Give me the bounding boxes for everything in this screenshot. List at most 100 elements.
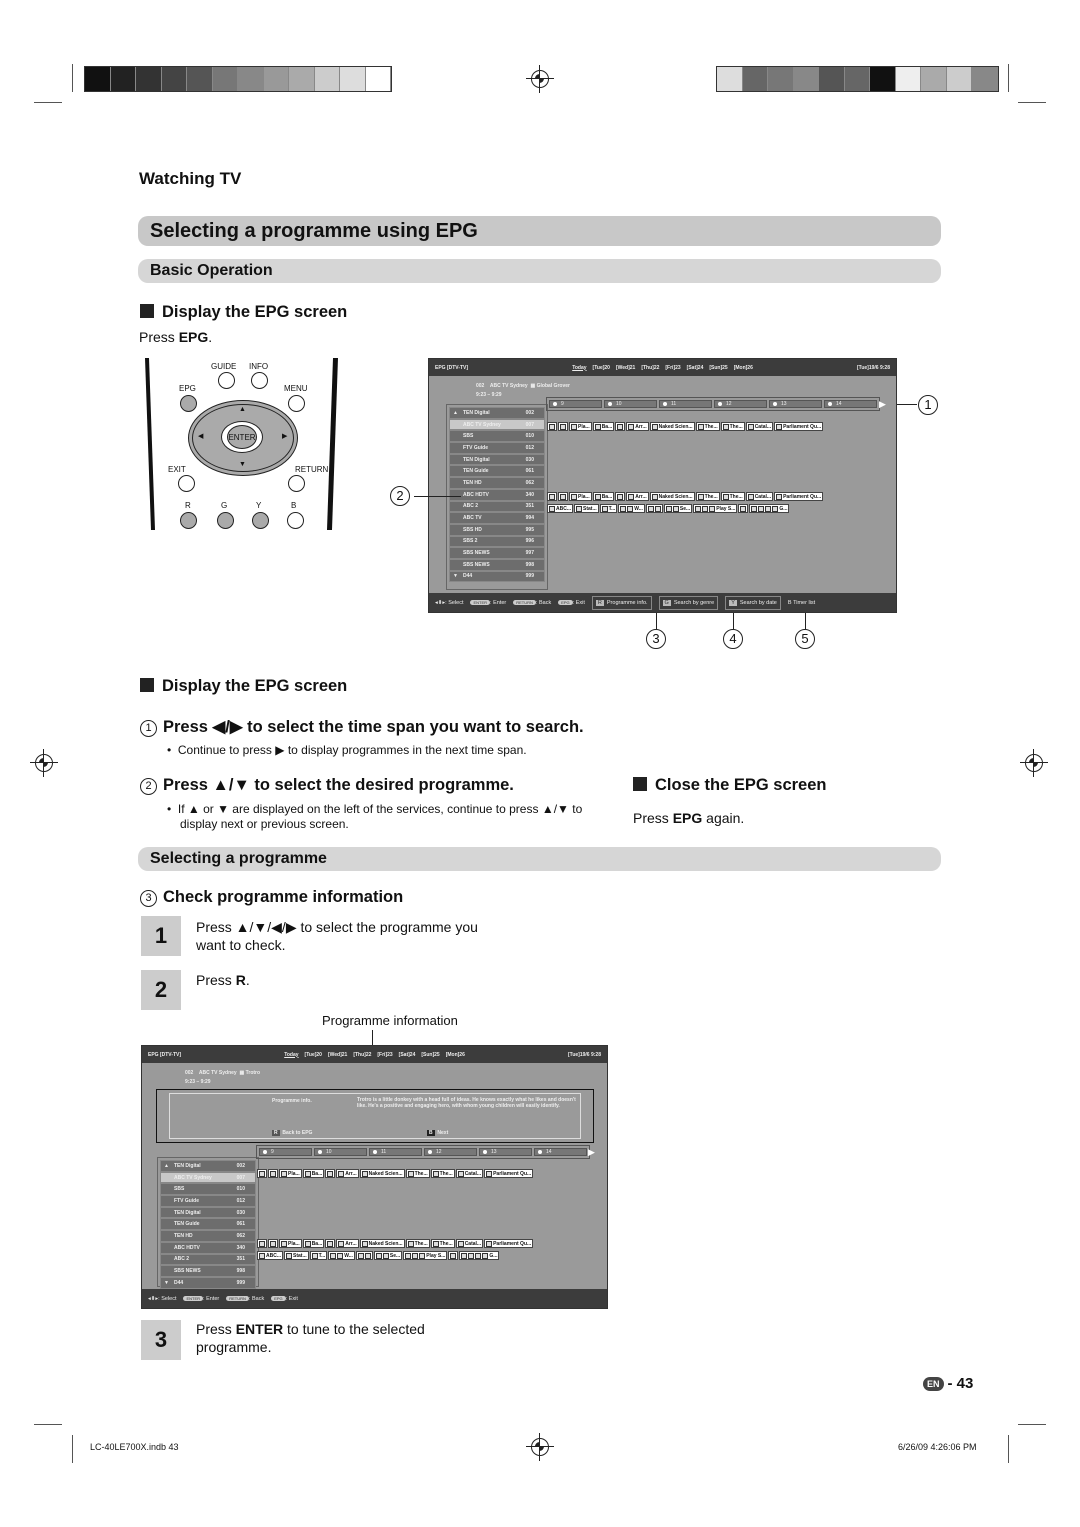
day-tab[interactable]: [Wed]21 <box>328 1052 347 1058</box>
return-button[interactable] <box>288 475 305 492</box>
channel-row[interactable]: SBS 2 996 <box>449 535 545 548</box>
programme-cell[interactable]: Stat... <box>284 1251 309 1260</box>
day-tab[interactable]: [Wed]21 <box>616 365 635 371</box>
channel-row[interactable]: ABC HDTV 340 <box>160 1241 256 1254</box>
blue-button[interactable] <box>287 512 304 529</box>
programme-cell[interactable]: Naked Scien... <box>359 1169 405 1178</box>
programme-cell[interactable]: Naked Scien... <box>649 492 695 501</box>
programme-cell[interactable]: Se... <box>663 504 693 513</box>
programme-cell[interactable] <box>738 504 749 513</box>
day-tab[interactable]: [Fri]23 <box>665 365 680 371</box>
guide-button[interactable] <box>218 372 235 389</box>
programme-cell[interactable]: Arr... <box>336 1239 359 1248</box>
time-slot[interactable]: 14 <box>534 1148 587 1156</box>
programme-cell[interactable]: Arr... <box>336 1169 359 1178</box>
programme-cell[interactable]: Arr... <box>626 422 649 431</box>
programme-cell[interactable]: Play S... <box>403 1251 448 1260</box>
timer-list-button[interactable]: B Timer list <box>788 600 815 606</box>
dpad[interactable]: ENTER ▲ ▼ ◀ ▶ <box>188 400 298 476</box>
channel-row[interactable]: TEN Digital 030 <box>449 453 545 466</box>
back-to-epg-button[interactable]: R Back to EPG <box>272 1130 312 1136</box>
programme-cell[interactable]: W... <box>328 1251 355 1260</box>
programme-cell[interactable]: Naked Scien... <box>649 422 695 431</box>
up-arrow-icon[interactable]: ▲ <box>239 406 246 413</box>
time-slot[interactable]: 12 <box>424 1148 477 1156</box>
channel-row[interactable]: FTV Guide 012 <box>449 442 545 454</box>
channel-row[interactable]: ABC TV Sydney 007 <box>160 1171 256 1184</box>
programme-cell[interactable]: Pla... <box>569 492 592 501</box>
time-slot[interactable]: 9 <box>259 1148 312 1156</box>
yellow-button[interactable] <box>252 512 269 529</box>
channel-row[interactable]: SBS 010 <box>449 430 545 443</box>
exit-button[interactable] <box>178 475 195 492</box>
time-slot[interactable]: 10 <box>604 400 657 408</box>
green-button[interactable] <box>217 512 234 529</box>
next-timespan-arrow-icon[interactable]: ▶ <box>588 1147 595 1158</box>
programme-cell[interactable]: The... <box>695 492 720 501</box>
day-tab[interactable]: [Mon]26 <box>734 365 753 371</box>
programme-cell[interactable] <box>448 1251 459 1260</box>
programme-cell[interactable]: Catal... <box>455 1169 484 1178</box>
channel-row[interactable]: ▲ TEN Digital 002 <box>449 407 545 419</box>
programme-cell[interactable] <box>547 422 557 431</box>
time-slot[interactable]: 9 <box>549 400 602 408</box>
day-tab[interactable]: [Sat]24 <box>399 1052 416 1058</box>
day-tab[interactable]: Today <box>572 365 586 371</box>
info-button[interactable] <box>251 372 268 389</box>
day-tab[interactable]: [Tue]20 <box>305 1052 322 1058</box>
programme-cell[interactable]: Naked Scien... <box>359 1239 405 1248</box>
day-tab[interactable]: [Thu]22 <box>353 1052 371 1058</box>
programme-cell[interactable]: Arr... <box>626 492 649 501</box>
channel-row[interactable]: TEN Digital 030 <box>160 1206 256 1219</box>
programme-cell[interactable]: Catal... <box>745 422 774 431</box>
programme-cell[interactable]: ABC... <box>257 1251 283 1260</box>
programme-cell[interactable] <box>325 1169 336 1178</box>
programme-cell[interactable]: T... <box>309 1251 328 1260</box>
enter-button[interactable]: ENTER <box>227 425 257 449</box>
programme-cell[interactable]: T... <box>599 504 618 513</box>
programme-cell[interactable]: Parliament Qu... <box>484 1239 534 1248</box>
programme-cell[interactable]: Stat... <box>574 504 599 513</box>
programme-cell[interactable] <box>558 492 568 501</box>
time-slot[interactable]: 14 <box>824 400 877 408</box>
programme-cell[interactable] <box>615 422 626 431</box>
programme-cell[interactable] <box>268 1169 278 1178</box>
channel-row[interactable]: FTV Guide 012 <box>160 1195 256 1207</box>
programme-cell[interactable]: Parliament Qu... <box>484 1169 534 1178</box>
day-tab[interactable]: [Sun]25 <box>421 1052 439 1058</box>
menu-button[interactable] <box>288 395 305 412</box>
programme-cell[interactable]: Parliament Qu... <box>774 492 824 501</box>
time-slot[interactable]: 11 <box>659 400 712 408</box>
channel-row[interactable]: SBS HD 995 <box>449 523 545 536</box>
programme-cell[interactable]: The... <box>720 492 745 501</box>
programme-cell[interactable]: Ba... <box>302 1169 325 1178</box>
programme-cell[interactable]: Catal... <box>455 1239 484 1248</box>
programme-cell[interactable] <box>355 1251 373 1260</box>
channel-row[interactable]: TEN Guide 061 <box>449 465 545 478</box>
programme-cell[interactable]: Pla... <box>569 422 592 431</box>
programme-cell[interactable]: The... <box>405 1169 430 1178</box>
programme-cell[interactable]: ABC... <box>547 504 573 513</box>
channel-row[interactable]: ABC 2 351 <box>160 1253 256 1266</box>
channel-row[interactable]: TEN Guide 061 <box>160 1218 256 1231</box>
time-slot[interactable]: 13 <box>479 1148 532 1156</box>
programme-cell[interactable]: Se... <box>373 1251 403 1260</box>
left-arrow-icon[interactable]: ◀ <box>198 432 203 440</box>
channel-row[interactable]: ABC HDTV 340 <box>449 488 545 501</box>
next-timespan-arrow-icon[interactable]: ▶ <box>879 399 886 410</box>
right-arrow-icon[interactable]: ▶ <box>282 432 287 440</box>
time-slot[interactable]: 11 <box>369 1148 422 1156</box>
programme-cell[interactable]: G... <box>749 504 790 513</box>
channel-row[interactable]: SBS NEWS 997 <box>449 547 545 559</box>
search-by-date-button[interactable]: Y Search by date <box>725 595 781 610</box>
programme-cell[interactable]: G... <box>459 1251 500 1260</box>
programme-cell[interactable]: The... <box>405 1239 430 1248</box>
day-tab[interactable]: [Thu]22 <box>641 365 659 371</box>
programme-cell[interactable]: The... <box>720 422 745 431</box>
channel-row[interactable]: ABC TV Sydney 007 <box>449 418 545 431</box>
programme-cell[interactable] <box>558 422 568 431</box>
time-slot[interactable]: 10 <box>314 1148 367 1156</box>
channel-row[interactable]: ▲ TEN Digital 002 <box>160 1160 256 1172</box>
day-tab[interactable]: [Tue]20 <box>593 365 610 371</box>
channel-row[interactable]: ▼ D44 999 <box>449 570 545 583</box>
